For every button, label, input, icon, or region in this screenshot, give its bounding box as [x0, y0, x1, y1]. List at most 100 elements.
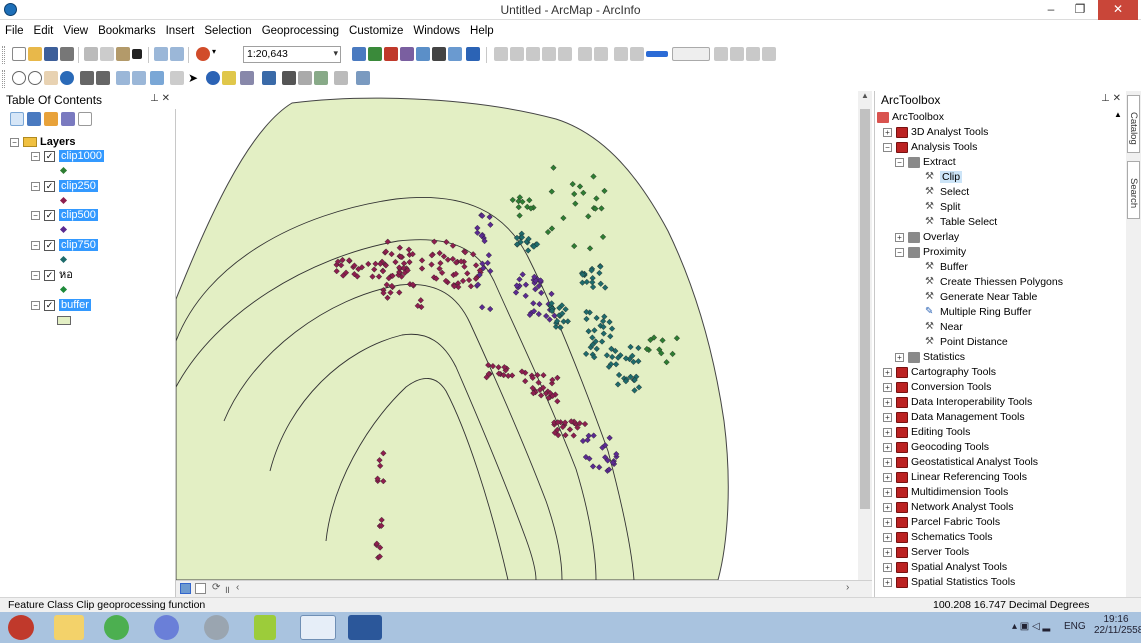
- toolbox-item[interactable]: + Server Tools: [883, 545, 969, 560]
- expand-icon[interactable]: +: [883, 517, 892, 527]
- toolbox-item[interactable]: ⚒ Select: [925, 185, 969, 200]
- expand-icon[interactable]: +: [883, 532, 892, 542]
- catalog-tab[interactable]: Catalog: [1127, 95, 1140, 153]
- toolbar-grip[interactable]: [2, 70, 5, 88]
- close-button[interactable]: ✕: [1098, 0, 1138, 20]
- collapse-icon[interactable]: −: [31, 270, 40, 280]
- expand-icon[interactable]: +: [883, 472, 892, 482]
- tray-icons[interactable]: ▴ ▣ ◁ ▂: [1012, 621, 1050, 632]
- toolbox-item[interactable]: − Proximity: [895, 245, 966, 260]
- collapse-icon[interactable]: −: [10, 137, 19, 147]
- collapse-icon[interactable]: −: [31, 240, 40, 250]
- map-canvas[interactable]: [176, 91, 858, 580]
- arcmap-taskbar-icon[interactable]: [300, 615, 336, 640]
- menu-help[interactable]: Help: [465, 22, 499, 37]
- search-tab[interactable]: Search: [1127, 161, 1140, 219]
- menu-windows[interactable]: Windows: [408, 22, 465, 37]
- map-scale-select[interactable]: 1:20,643 ▾: [243, 46, 341, 63]
- expand-icon[interactable]: +: [883, 457, 892, 467]
- print-icon[interactable]: [60, 47, 74, 61]
- catalog-window-icon[interactable]: [384, 47, 398, 61]
- map-vertical-scrollbar[interactable]: ▲: [858, 91, 872, 580]
- collapse-icon[interactable]: −: [895, 157, 904, 167]
- find-icon[interactable]: [282, 71, 296, 85]
- layer-visibility-checkbox[interactable]: ✓: [44, 150, 55, 162]
- menu-file[interactable]: File: [0, 22, 29, 37]
- layer-row-ho[interactable]: − ✓ หอ: [31, 268, 73, 284]
- select-features-icon[interactable]: [150, 71, 164, 85]
- toolbox-item[interactable]: + Data Interoperability Tools: [883, 395, 1032, 410]
- hyperlink-icon[interactable]: [222, 71, 236, 85]
- expand-icon[interactable]: +: [883, 367, 892, 377]
- toolbox-tree[interactable]: ArcToolbox +3D Analyst Tools − Analysis Too…: [877, 110, 1113, 595]
- toolbox-item[interactable]: + Parcel Fabric Tools: [883, 515, 1000, 530]
- collapse-icon[interactable]: −: [895, 247, 904, 257]
- expand-icon[interactable]: +: [883, 127, 892, 137]
- collapse-icon[interactable]: −: [31, 210, 40, 220]
- toolbox-item[interactable]: + Geocoding Tools: [883, 440, 989, 455]
- save-icon[interactable]: [44, 47, 58, 61]
- layer-row-clip250[interactable]: − ✓ clip250: [31, 179, 98, 195]
- python-window-icon[interactable]: [432, 47, 446, 61]
- toolbox-item[interactable]: + Cartography Tools: [883, 365, 996, 380]
- scroll-thumb[interactable]: [860, 109, 870, 509]
- toolbox-item[interactable]: ⚒ Point Distance: [925, 335, 1008, 350]
- layer-name[interactable]: clip500: [59, 209, 98, 221]
- add-data-icon[interactable]: [196, 47, 210, 61]
- toolbox-item[interactable]: + Editing Tools: [883, 425, 970, 440]
- collapse-icon[interactable]: −: [883, 142, 892, 152]
- delete-icon[interactable]: [132, 49, 142, 59]
- expand-icon[interactable]: +: [883, 487, 892, 497]
- pin-close-icon[interactable]: ⊥ ✕: [150, 93, 170, 104]
- toolbox-item[interactable]: ⚒ Near: [925, 320, 963, 335]
- layer-row-clip500[interactable]: − ✓ clip500: [31, 208, 98, 224]
- list-by-visibility-icon[interactable]: [44, 112, 58, 126]
- paste-icon[interactable]: [116, 47, 130, 61]
- identify-icon[interactable]: [206, 71, 220, 85]
- clear-selection-icon[interactable]: [170, 71, 184, 85]
- toolbox-item[interactable]: ⚒ Split: [925, 200, 960, 215]
- word-icon[interactable]: [348, 615, 382, 640]
- back-extent-icon[interactable]: [116, 71, 130, 85]
- expand-icon[interactable]: +: [895, 232, 904, 242]
- full-extent-icon[interactable]: [60, 71, 74, 85]
- expand-icon[interactable]: +: [895, 352, 904, 362]
- toolbox-item[interactable]: + Spatial Statistics Tools: [883, 575, 1015, 590]
- expand-icon[interactable]: +: [883, 577, 892, 587]
- layout-view-icon[interactable]: [195, 583, 206, 594]
- start-icon[interactable]: [8, 615, 34, 640]
- data-view-icon[interactable]: [180, 583, 191, 594]
- create-viewer-icon[interactable]: [356, 71, 370, 85]
- chrome-icon[interactable]: [104, 615, 129, 640]
- find-route-icon[interactable]: [298, 71, 312, 85]
- menu-customize[interactable]: Customize: [344, 22, 408, 37]
- editor-toolbar-icon[interactable]: [352, 47, 366, 61]
- toolbox-item[interactable]: + Network Analyst Tools: [883, 500, 1014, 515]
- open-folder-icon[interactable]: [28, 47, 42, 61]
- whats-this-icon[interactable]: [466, 47, 480, 61]
- scroll-up-icon[interactable]: ▲: [858, 91, 872, 100]
- toc-window-icon[interactable]: [368, 47, 382, 61]
- collapse-icon[interactable]: −: [31, 181, 40, 191]
- layer-row-buffer[interactable]: − ✓ buffer: [31, 298, 91, 314]
- menu-bookmarks[interactable]: Bookmarks: [93, 22, 161, 37]
- buffer-polygon[interactable]: [176, 97, 729, 580]
- search-window-icon[interactable]: [400, 47, 414, 61]
- redo-icon[interactable]: [170, 47, 184, 61]
- menu-insert[interactable]: Insert: [161, 22, 200, 37]
- scroll-left-icon[interactable]: ‹: [236, 582, 239, 593]
- expand-icon[interactable]: +: [883, 427, 892, 437]
- toolbox-item[interactable]: + Geostatistical Analyst Tools: [883, 455, 1038, 470]
- expand-icon[interactable]: +: [883, 397, 892, 407]
- clock[interactable]: 19:16 22/11/2558: [1094, 614, 1141, 636]
- toolbox-item[interactable]: ⚒ Create Thiessen Polygons: [925, 275, 1063, 290]
- collapse-icon[interactable]: −: [31, 151, 40, 161]
- layer-name[interactable]: หอ: [59, 269, 73, 281]
- toolbox-item[interactable]: ArcToolbox: [877, 110, 944, 125]
- menu-view[interactable]: View: [58, 22, 93, 37]
- measure-icon[interactable]: [262, 71, 276, 85]
- expand-icon[interactable]: +: [883, 442, 892, 452]
- undo-icon[interactable]: [154, 47, 168, 61]
- layer-visibility-checkbox[interactable]: ✓: [44, 299, 55, 311]
- toolbox-item[interactable]: ✎ Multiple Ring Buffer: [925, 305, 1031, 320]
